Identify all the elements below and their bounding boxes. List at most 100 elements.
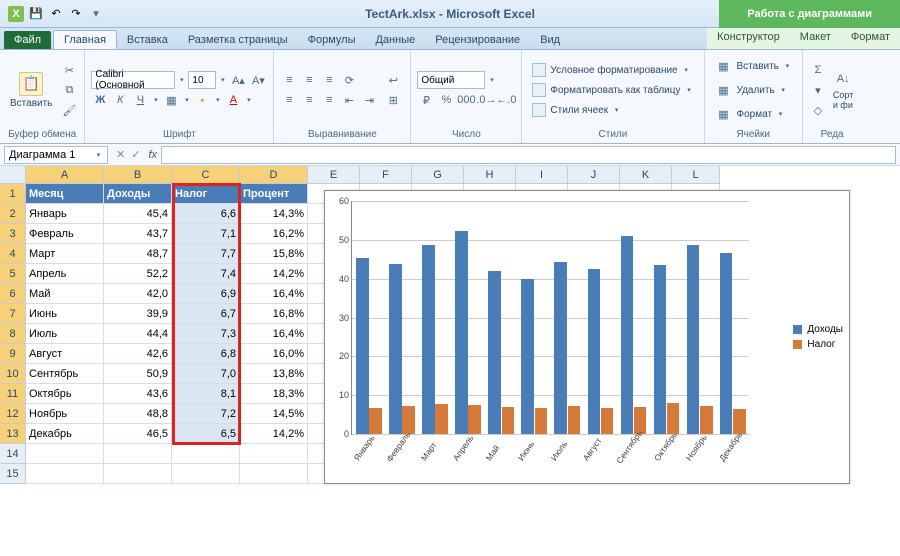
- column-header[interactable]: D: [240, 166, 308, 184]
- chart-bar[interactable]: [601, 408, 614, 434]
- cell[interactable]: 7,3: [172, 324, 240, 344]
- cell[interactable]: 6,8: [172, 344, 240, 364]
- chart-bar[interactable]: [468, 405, 481, 434]
- cell[interactable]: [104, 444, 172, 464]
- chevron-down-icon[interactable]: ▾: [487, 76, 496, 84]
- align-right-icon[interactable]: ≡: [320, 91, 338, 109]
- tab-chart-format[interactable]: Формат: [841, 28, 900, 49]
- tab-file[interactable]: Файл: [4, 31, 51, 49]
- cell[interactable]: 42,6: [104, 344, 172, 364]
- cell[interactable]: 50,9: [104, 364, 172, 384]
- cell[interactable]: [240, 444, 308, 464]
- cell[interactable]: 14,5%: [240, 404, 308, 424]
- format-painter-icon[interactable]: 🖌: [60, 101, 78, 119]
- cell[interactable]: Апрель: [26, 264, 104, 284]
- chart-bar[interactable]: [667, 403, 680, 434]
- row-header[interactable]: 2: [0, 204, 26, 224]
- row-header[interactable]: 13: [0, 424, 26, 444]
- row-header[interactable]: 10: [0, 364, 26, 384]
- cell[interactable]: Июль: [26, 324, 104, 344]
- cell[interactable]: [26, 444, 104, 464]
- cell[interactable]: Декабрь: [26, 424, 104, 444]
- chart-bar[interactable]: [687, 245, 700, 435]
- undo-icon[interactable]: ↶: [48, 6, 64, 22]
- cell[interactable]: 43,7: [104, 224, 172, 244]
- cell[interactable]: Сентябрь: [26, 364, 104, 384]
- column-header[interactable]: A: [26, 166, 104, 184]
- tab-data[interactable]: Данные: [365, 31, 425, 49]
- cell[interactable]: 48,8: [104, 404, 172, 424]
- font-name-combo[interactable]: Calibri (Основной: [91, 71, 175, 89]
- column-header[interactable]: C: [172, 166, 240, 184]
- row-header[interactable]: 12: [0, 404, 26, 424]
- row-header[interactable]: 14: [0, 444, 26, 464]
- row-header[interactable]: 5: [0, 264, 26, 284]
- cell[interactable]: 16,8%: [240, 304, 308, 324]
- cell[interactable]: 7,2: [172, 404, 240, 424]
- cell[interactable]: 7,7: [172, 244, 240, 264]
- chart-bar[interactable]: [720, 253, 733, 434]
- conditional-formatting-button[interactable]: Условное форматирование▾: [528, 61, 697, 79]
- chevron-down-icon[interactable]: ▾: [213, 96, 222, 104]
- comma-icon[interactable]: 000: [457, 91, 475, 109]
- cell[interactable]: 7,0: [172, 364, 240, 384]
- fx-icon[interactable]: fx: [148, 149, 157, 161]
- sort-filter-button[interactable]: A↓ Сорт и фи: [831, 70, 855, 110]
- column-header[interactable]: B: [104, 166, 172, 184]
- insert-cells-button[interactable]: ▦Вставить▾: [711, 55, 796, 77]
- paste-button[interactable]: 📋 Вставить: [6, 70, 56, 111]
- cell[interactable]: 7,4: [172, 264, 240, 284]
- align-top-icon[interactable]: ≡: [280, 71, 298, 89]
- orientation-icon[interactable]: ⟳: [340, 71, 358, 89]
- autosum-icon[interactable]: Σ: [809, 61, 827, 79]
- tab-chart-layout[interactable]: Макет: [790, 28, 841, 49]
- align-bottom-icon[interactable]: ≡: [320, 71, 338, 89]
- enter-icon[interactable]: ✓: [131, 148, 140, 161]
- grow-font-icon[interactable]: A▴: [229, 71, 247, 89]
- underline-icon[interactable]: Ч: [131, 91, 149, 109]
- chart-bar[interactable]: [455, 231, 468, 434]
- indent-increase-icon[interactable]: ⇥: [360, 91, 378, 109]
- chart-bar[interactable]: [422, 245, 435, 434]
- cell[interactable]: 16,4%: [240, 324, 308, 344]
- cell[interactable]: Февраль: [26, 224, 104, 244]
- tab-page-layout[interactable]: Разметка страницы: [178, 31, 298, 49]
- cancel-icon[interactable]: ✕: [116, 148, 125, 161]
- cell[interactable]: Октябрь: [26, 384, 104, 404]
- cell[interactable]: Доходы: [104, 184, 172, 204]
- cell[interactable]: 13,8%: [240, 364, 308, 384]
- chart-bar[interactable]: [356, 258, 369, 434]
- cell[interactable]: 43,6: [104, 384, 172, 404]
- tab-view[interactable]: Вид: [530, 31, 570, 49]
- chart-bar[interactable]: [488, 271, 501, 434]
- bold-icon[interactable]: Ж: [91, 91, 109, 109]
- column-header[interactable]: L: [672, 166, 720, 184]
- cell[interactable]: 16,0%: [240, 344, 308, 364]
- chart-bar[interactable]: [568, 406, 581, 434]
- cell-styles-button[interactable]: Стили ячеек▾: [528, 101, 697, 119]
- clear-icon[interactable]: ◇: [809, 101, 827, 119]
- chart-bar[interactable]: [389, 264, 402, 434]
- chevron-down-icon[interactable]: ▾: [182, 96, 191, 104]
- chart-bar[interactable]: [521, 279, 534, 434]
- chart-bar[interactable]: [535, 408, 548, 434]
- chevron-down-icon[interactable]: ▾: [94, 151, 103, 159]
- tab-home[interactable]: Главная: [53, 30, 117, 49]
- chart-plot-area[interactable]: 0102030405060: [351, 201, 749, 435]
- increase-decimal-icon[interactable]: .0→: [477, 91, 495, 109]
- row-header[interactable]: 7: [0, 304, 26, 324]
- cell[interactable]: Март: [26, 244, 104, 264]
- cell[interactable]: Ноябрь: [26, 404, 104, 424]
- column-header[interactable]: F: [360, 166, 412, 184]
- cell[interactable]: 14,2%: [240, 264, 308, 284]
- cell[interactable]: Январь: [26, 204, 104, 224]
- column-header[interactable]: H: [464, 166, 516, 184]
- cell[interactable]: 16,4%: [240, 284, 308, 304]
- chart-bar[interactable]: [588, 269, 601, 434]
- cell[interactable]: 46,5: [104, 424, 172, 444]
- qat-dropdown-icon[interactable]: ▾: [88, 6, 104, 22]
- cell[interactable]: 44,4: [104, 324, 172, 344]
- redo-icon[interactable]: ↷: [68, 6, 84, 22]
- row-header[interactable]: 11: [0, 384, 26, 404]
- align-left-icon[interactable]: ≡: [280, 91, 298, 109]
